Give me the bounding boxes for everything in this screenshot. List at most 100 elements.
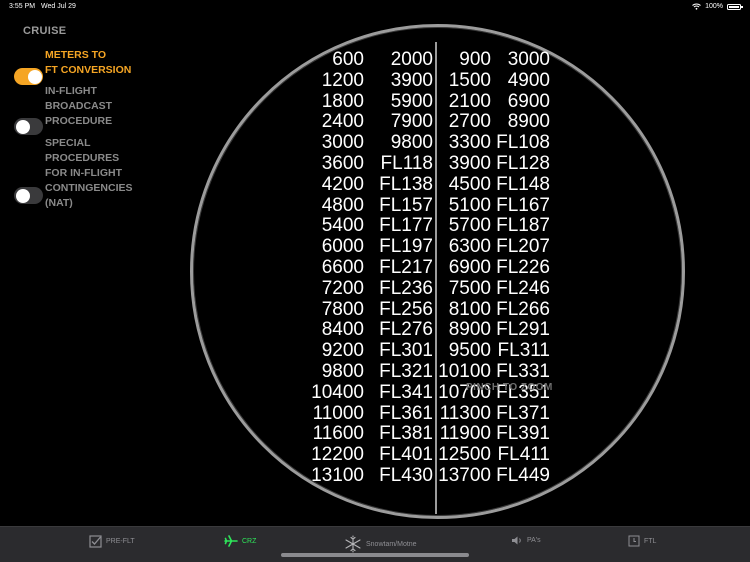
feet-value: FL246 [496,277,550,299]
meters-value: 9800 [321,360,364,382]
meters-to-ft-toggle[interactable] [14,68,43,85]
option-label-meters-to-ft[interactable]: METERS TO FT CONVERSION [45,48,131,78]
battery-percent: 100% [705,3,723,10]
meters-value: 900 [459,49,491,70]
meters-value: 8400 [321,319,364,341]
feet-value: 6900 [507,90,550,112]
speaker-icon [512,536,521,545]
feet-value: FL341 [379,381,433,403]
meters-value: 9200 [321,340,364,362]
table-row: 3000 9800 3300 FL108 [300,132,570,154]
meters-value: 7200 [321,277,364,299]
meters-value: 12200 [311,444,364,466]
meters-value: 6300 [448,236,491,258]
status-bar: 3:55 PM Wed Jul 29 100% [0,0,750,14]
tab-crz[interactable]: CRZ [224,535,256,547]
meters-value: 3600 [321,152,364,174]
feet-value: FL207 [496,236,550,258]
status-time: 3:55 PM [9,3,36,10]
table-row: 12200 FL401 12500 FL411 [300,444,570,466]
feet-value: 3900 [390,69,433,91]
battery-icon [727,3,743,10]
conversion-table: 600 2000 900 3000 1200 3900 1500 4900 1800 5900 21… [300,49,570,487]
in-flight-broadcast-toggle[interactable] [14,118,43,135]
meters-value: 3300 [448,132,491,154]
meters-value: 12500 [438,444,491,466]
feet-value: FL401 [379,444,433,466]
table-row: 2400 7900 2700 8900 [300,112,570,133]
meters-value: 11000 [312,402,364,424]
feet-value: 3000 [507,49,550,70]
meters-value: 7800 [321,298,364,320]
tab-snowtam-motne[interactable]: Snowtam/Motne [344,535,417,553]
feet-value: FL236 [379,277,433,299]
snowflake-icon [345,535,361,553]
feet-value: FL411 [497,444,550,466]
option-label-in-flight-broadcast[interactable]: IN-FLIGHT BROADCAST PROCEDURE [45,84,112,129]
feet-value: FL128 [496,152,550,174]
table-row: 600 2000 900 3000 [300,49,570,71]
table-row: 6000 FL197 6300 FL207 [300,236,570,258]
feet-value: FL311 [497,340,550,362]
tab-label: CRZ [242,537,257,545]
meters-value: 2700 [448,111,491,133]
tab-ftl[interactable]: FTL [628,535,656,547]
pinch-to-zoom-hint: PINCH TO ZOOM [466,382,553,393]
meters-value: 1500 [448,69,491,91]
feet-value: FL226 [496,256,550,278]
tab-label: PA's [527,537,541,544]
meters-value: 11900 [439,423,491,445]
meters-value: 6000 [321,236,364,258]
meters-value: 4200 [321,173,364,195]
meters-value: 13700 [438,464,491,486]
feet-value: 7900 [390,111,433,133]
meters-value: 1200 [321,69,364,91]
feet-value: FL256 [379,298,433,320]
meters-value: 13100 [311,464,364,486]
toggle-knob [15,119,30,134]
table-row: 11000 FL361 11300 FL371 [300,402,570,425]
feet-value: FL197 [379,236,433,258]
meters-value: 6900 [448,256,491,278]
meters-value: 7500 [448,277,491,299]
feet-value: FL167 [496,194,550,216]
status-indicators: 100% [692,3,743,10]
toggle-knob [15,188,30,203]
feet-value: FL148 [496,173,550,195]
table-row: 9200 FL301 9500 FL311 [300,340,570,362]
meters-value: 10100 [438,360,491,382]
feet-value: FL217 [379,256,433,278]
tab-pre-flt[interactable]: PRE-FLT [89,535,135,548]
feet-value: 8900 [507,111,550,133]
feet-value: FL321 [379,360,433,382]
meters-value: 4500 [448,173,491,195]
feet-value: FL276 [379,319,433,341]
table-row: 9800 FL321 10100 FL331 [300,360,570,383]
wifi-icon [692,3,701,10]
feet-value: 2000 [390,49,433,70]
tab-label: Snowtam/Motne [366,540,417,548]
feet-value: FL138 [379,173,433,195]
feet-value: FL301 [379,340,433,362]
meters-value: 11600 [312,423,364,445]
special-procedures-toggle[interactable] [14,187,43,204]
table-row: 6600 FL217 6900 FL226 [300,256,570,279]
feet-value: FL371 [496,402,550,424]
tab-pas[interactable]: PA's [511,535,541,546]
table-row: 8400 FL276 8900 FL291 [300,320,570,341]
home-indicator[interactable] [281,553,469,557]
feet-value: FL430 [379,464,433,486]
meters-value: 4800 [321,194,364,216]
meters-value: 10400 [311,381,364,403]
meters-value: 600 [332,49,364,70]
option-label-special-procedures[interactable]: SPECIAL PROCEDURES FOR IN-FLIGHT CONTING… [45,136,133,211]
table-row: 4800 FL157 5100 FL167 [300,194,570,217]
feet-value: FL266 [496,298,550,320]
meters-value: 3000 [321,132,364,154]
airplane-icon [224,535,238,547]
feet-value: 9800 [390,132,433,154]
checkbox-icon [89,535,102,548]
table-row: 1800 5900 2100 6900 [300,90,570,113]
table-row: 3600 FL118 3900 FL128 [300,152,570,175]
feet-value: 5900 [390,90,433,112]
